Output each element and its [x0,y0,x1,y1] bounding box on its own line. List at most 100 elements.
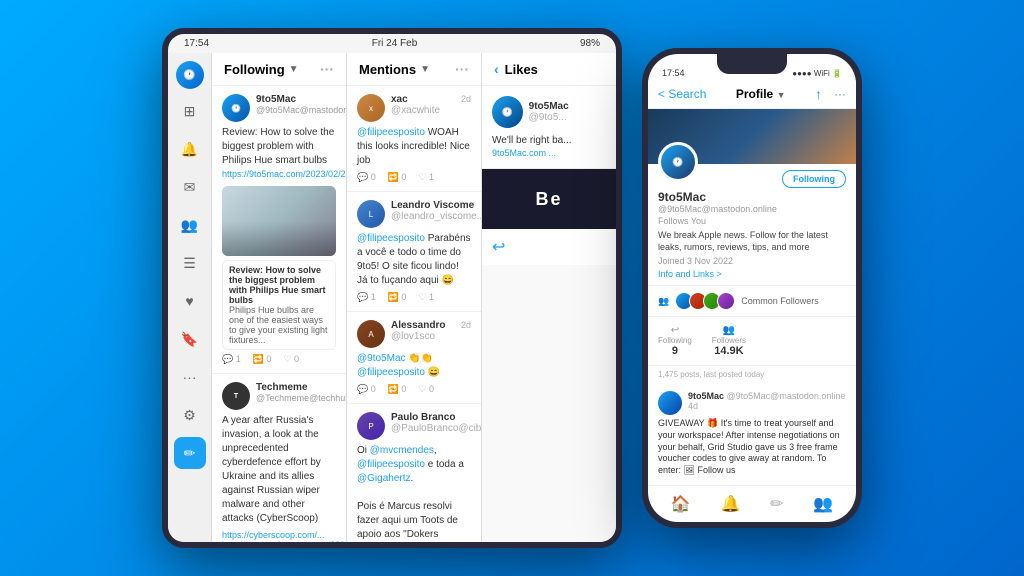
phone-back-button[interactable]: < Search [658,87,706,101]
tweet-meta: Alessandro @lov1sco [391,320,455,342]
phone-profile-handle: @9to5Mac@mastodon.online [658,204,846,214]
tablet-time: 17:54 [184,38,209,49]
like-action[interactable]: ♡ 0 [418,384,434,395]
tweet-avatar: L [357,200,385,228]
sidebar-lists-icon[interactable]: ☰ [174,247,206,279]
phone-tweet-body: GIVEAWAY 🎁 It's time to treat yourself a… [658,418,846,476]
phone-more-icon[interactable]: ··· [834,87,846,101]
retweet-action[interactable]: 🔁 0 [388,384,407,395]
phone-profile-info: 9to5Mac @9to5Mac@mastodon.online Follows… [648,186,856,286]
profile-dropdown-icon[interactable]: ▼ [777,90,786,100]
tweet-handle: @Techmeme@techhub... [256,393,346,403]
tweet-name: Alessandro @lov1sco [391,320,455,342]
tweet-meta: xac @xacwhite [391,94,455,116]
tweet-body: @filipeesposito WOAH this looks incredib… [357,126,471,168]
phone-joined-date: Joined 3 Nov 2022 [658,256,846,266]
phone-tweet-name: 9to5Mac [688,391,724,401]
following-column-scroll[interactable]: 🕐 9to5Mac @9to5Mac@mastodon... 26m Revie… [212,86,346,542]
mentions-menu-icon[interactable]: ··· [455,61,469,77]
reply-action[interactable]: 💬 1 [222,354,241,365]
phone-home-icon[interactable]: 🏠 [671,494,691,514]
phone-profile-banner: 🕐 Following [648,109,856,164]
phone-profile-icon[interactable]: 👥 [813,494,833,514]
phone-follow-button[interactable]: Following [782,170,846,188]
phone-time: 17:54 [662,68,685,78]
likes-column-header[interactable]: ‹ Likes [482,53,616,86]
sidebar-home-icon[interactable]: ⊞ [174,95,206,127]
reply-action[interactable]: 💬 0 [357,172,376,183]
following-stat[interactable]: ↩ Following 9 [658,325,692,357]
phone-compose-icon[interactable]: ✏ [770,494,783,514]
mentions-chevron-icon: ▼ [420,64,430,75]
like-action[interactable]: ♡ 1 [418,292,434,303]
tweet-body: Oi @mvcmendes, @filipeesposito e toda a … [357,444,471,542]
sidebar-messages-icon[interactable]: ✉ [174,171,206,203]
reply-action[interactable]: 💬 0 [357,384,376,395]
tweet-item: 🕐 9to5Mac @9to5Mac@mastodon... 26m Revie… [212,86,346,374]
tweet-link[interactable]: https://9to5mac.com/2023/02/24... [222,169,346,179]
sidebar-notifications-icon[interactable]: 🔔 [174,133,206,165]
sidebar-avatar[interactable]: 🕐 [176,61,204,89]
mentions-column-header[interactable]: Mentions ▼ ··· [347,53,481,86]
tweet-link[interactable]: https://cyberscoop.com/... [222,530,336,540]
sidebar-compose-icon[interactable]: ✏ [174,437,206,469]
common-avatar-4 [717,292,735,310]
sidebar-more-icon[interactable]: ··· [174,361,206,393]
sidebar-bookmarks-icon[interactable]: 🔖 [174,323,206,355]
phone-follows-you-badge: Follows You [658,216,846,226]
likes-tweet-link[interactable]: 9to5Mac.com ... [492,148,606,158]
tweet-avatar: P [357,412,385,440]
followers-stat[interactable]: 👥 Followers 14.9K [712,325,746,357]
mention-item: P Paulo Branco @PauloBranco@ciberia... 3… [347,404,481,542]
sidebar-likes-icon[interactable]: ♥ [174,285,206,317]
following-menu-icon[interactable]: ··· [320,61,334,77]
followers-stat-label: Followers [712,336,746,345]
phone-profile-avatar[interactable]: 🕐 [658,142,698,182]
phone-bottom-bar: 🏠 🔔 ✏ 👥 [648,485,856,522]
tweet-actions: 💬 0 🔁 0 ♡ 1 [357,172,471,183]
phone-notifications-icon[interactable]: 🔔 [720,494,740,514]
common-followers-label: Common Followers [741,296,819,306]
tablet-status-bar: 17:54 Fri 24 Feb 98% [168,34,616,53]
phone-tweet-item: 9to5Mac @9to5Mac@mastodon.online 4d GIVE… [648,383,856,485]
phone-share-icon[interactable]: ↑ [815,86,822,102]
tweet-meta: Techmeme @Techmeme@techhub... [256,382,346,403]
following-column-title: Following [224,62,285,77]
tweet-card: Review: How to solve the biggest problem… [222,260,336,350]
phone-tweet-time: 4d [688,401,698,411]
mention-item: x xac @xacwhite 2d @filipeesposito WOAH … [347,86,481,192]
likes-tweet: 🕐 9to5Mac @9to5... We'll be right ba... … [482,86,616,169]
like-action[interactable]: ♡ 0 [283,354,299,365]
tablet-device: 17:54 Fri 24 Feb 98% 🕐 ⊞ 🔔 ✉ 👥 ☰ ♥ 🔖 ···… [162,28,622,548]
retweet-action[interactable]: 🔁 0 [388,292,407,303]
phone-info-links[interactable]: Info and Links > [658,269,846,279]
retweet-action[interactable]: 🔁 0 [253,354,272,365]
tweet-header: A Alessandro @lov1sco 2d [357,320,471,348]
back-icon[interactable]: ‹ [494,61,499,77]
likes-profile: 🕐 9to5Mac @9to5... [492,96,606,128]
following-column-header[interactable]: Following ▼ ··· [212,53,346,86]
likes-dark-section: Be [482,169,616,229]
likes-reply-section: ↩ [482,229,616,265]
tweet-actions: 💬 0 🔁 0 ♡ 0 [357,384,471,395]
reply-icon[interactable]: ↩ [492,237,505,257]
mentions-column-scroll[interactable]: x xac @xacwhite 2d @filipeesposito WOAH … [347,86,481,542]
retweet-action[interactable]: 🔁 0 [388,172,407,183]
tweet-body: A year after Russia's invasion, a look a… [222,414,336,526]
following-stat-label: Following [658,336,692,345]
tweet-link-2[interactable]: http://www.techmeme.com/230224... [222,540,336,542]
tweet-actions: 💬 1 🔁 0 ♡ 1 [357,292,471,303]
likes-tweet-body: We'll be right ba... [492,134,606,148]
phone-device: 17:54 ●●●● WiFi 🔋 < Search Profile ▼ ↑ ·… [642,48,862,528]
sidebar-search-icon[interactable]: ⚙ [174,399,206,431]
mentions-column: Mentions ▼ ··· x xac @xacwhite 2d [347,53,482,542]
tweet-avatar: A [357,320,385,348]
phone-signal: ●●●● WiFi 🔋 [792,69,842,78]
tweet-time: 2d [461,320,471,330]
reply-action[interactable]: 💬 1 [357,292,376,303]
phone-tweet-header: 9to5Mac @9to5Mac@mastodon.online 4d [658,391,846,415]
sidebar-people-icon[interactable]: 👥 [174,209,206,241]
like-action[interactable]: ♡ 1 [418,172,434,183]
tablet-sidebar: 🕐 ⊞ 🔔 ✉ 👥 ☰ ♥ 🔖 ··· ⚙ ✏ [168,53,212,542]
tweet-avatar: x [357,94,385,122]
